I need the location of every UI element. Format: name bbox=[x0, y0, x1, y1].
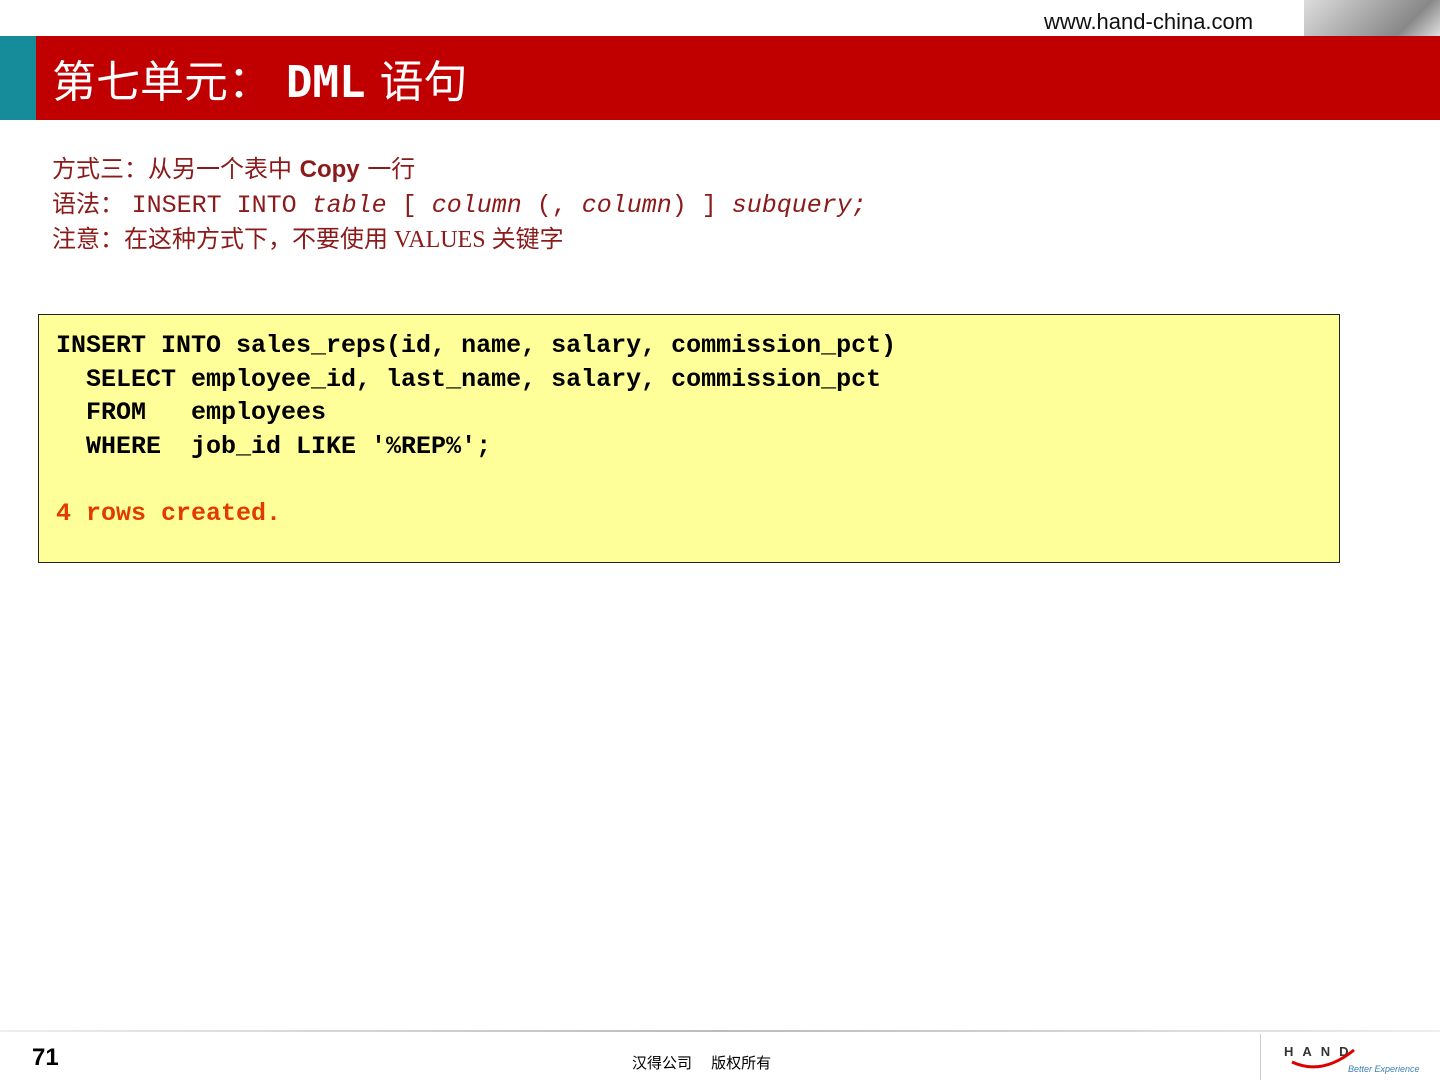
syntax-part: table bbox=[311, 191, 387, 220]
footer-divider bbox=[0, 1030, 1440, 1032]
method-suffix: 一行 bbox=[359, 155, 416, 183]
method-line: 方式三：从另一个表中 Copy 一行 bbox=[52, 152, 867, 187]
syntax-label: 语法： bbox=[52, 190, 132, 218]
note-line: 注意：在这种方式下，不要使用 VALUES 关键字 bbox=[52, 227, 564, 253]
logo-tagline: Better Experience bbox=[1348, 1064, 1420, 1074]
syntax-part: column bbox=[431, 191, 522, 220]
title-suffix: 语句 bbox=[379, 57, 468, 108]
syntax-part: INSERT INTO bbox=[131, 191, 312, 220]
syntax-line: 语法： INSERT INTO table [ column (, column… bbox=[52, 187, 867, 223]
logo-divider bbox=[1260, 1034, 1261, 1080]
syntax-part: ) ] bbox=[671, 191, 732, 220]
sql-code: INSERT INTO sales_reps(id, name, salary,… bbox=[56, 331, 897, 461]
page-number: 71 bbox=[32, 1044, 59, 1071]
title-code: DML bbox=[286, 57, 366, 108]
copyright: 汉得公司 版权所有 bbox=[632, 1054, 772, 1072]
accent-bar bbox=[0, 36, 36, 120]
method-label: 方式三：从另一个表中 bbox=[52, 155, 300, 183]
intro-text: 方式三：从另一个表中 Copy 一行 语法： INSERT INTO table… bbox=[52, 152, 867, 257]
copy-keyword: Copy bbox=[299, 156, 360, 183]
syntax-part: (, bbox=[521, 191, 582, 220]
code-example-box: INSERT INTO sales_reps(id, name, salary,… bbox=[38, 314, 1340, 563]
title-prefix: 第七单元： bbox=[52, 57, 272, 108]
website-url: www.hand-china.com bbox=[1044, 9, 1254, 34]
sql-result: 4 rows created. bbox=[56, 498, 282, 528]
syntax-part: column bbox=[581, 191, 672, 220]
hand-logo: HAND Better Experience bbox=[1284, 1044, 1420, 1074]
syntax-part: [ bbox=[386, 191, 432, 220]
slide-title: 第七单元： DML 语句 bbox=[52, 46, 467, 110]
syntax-part: subquery; bbox=[731, 191, 867, 220]
